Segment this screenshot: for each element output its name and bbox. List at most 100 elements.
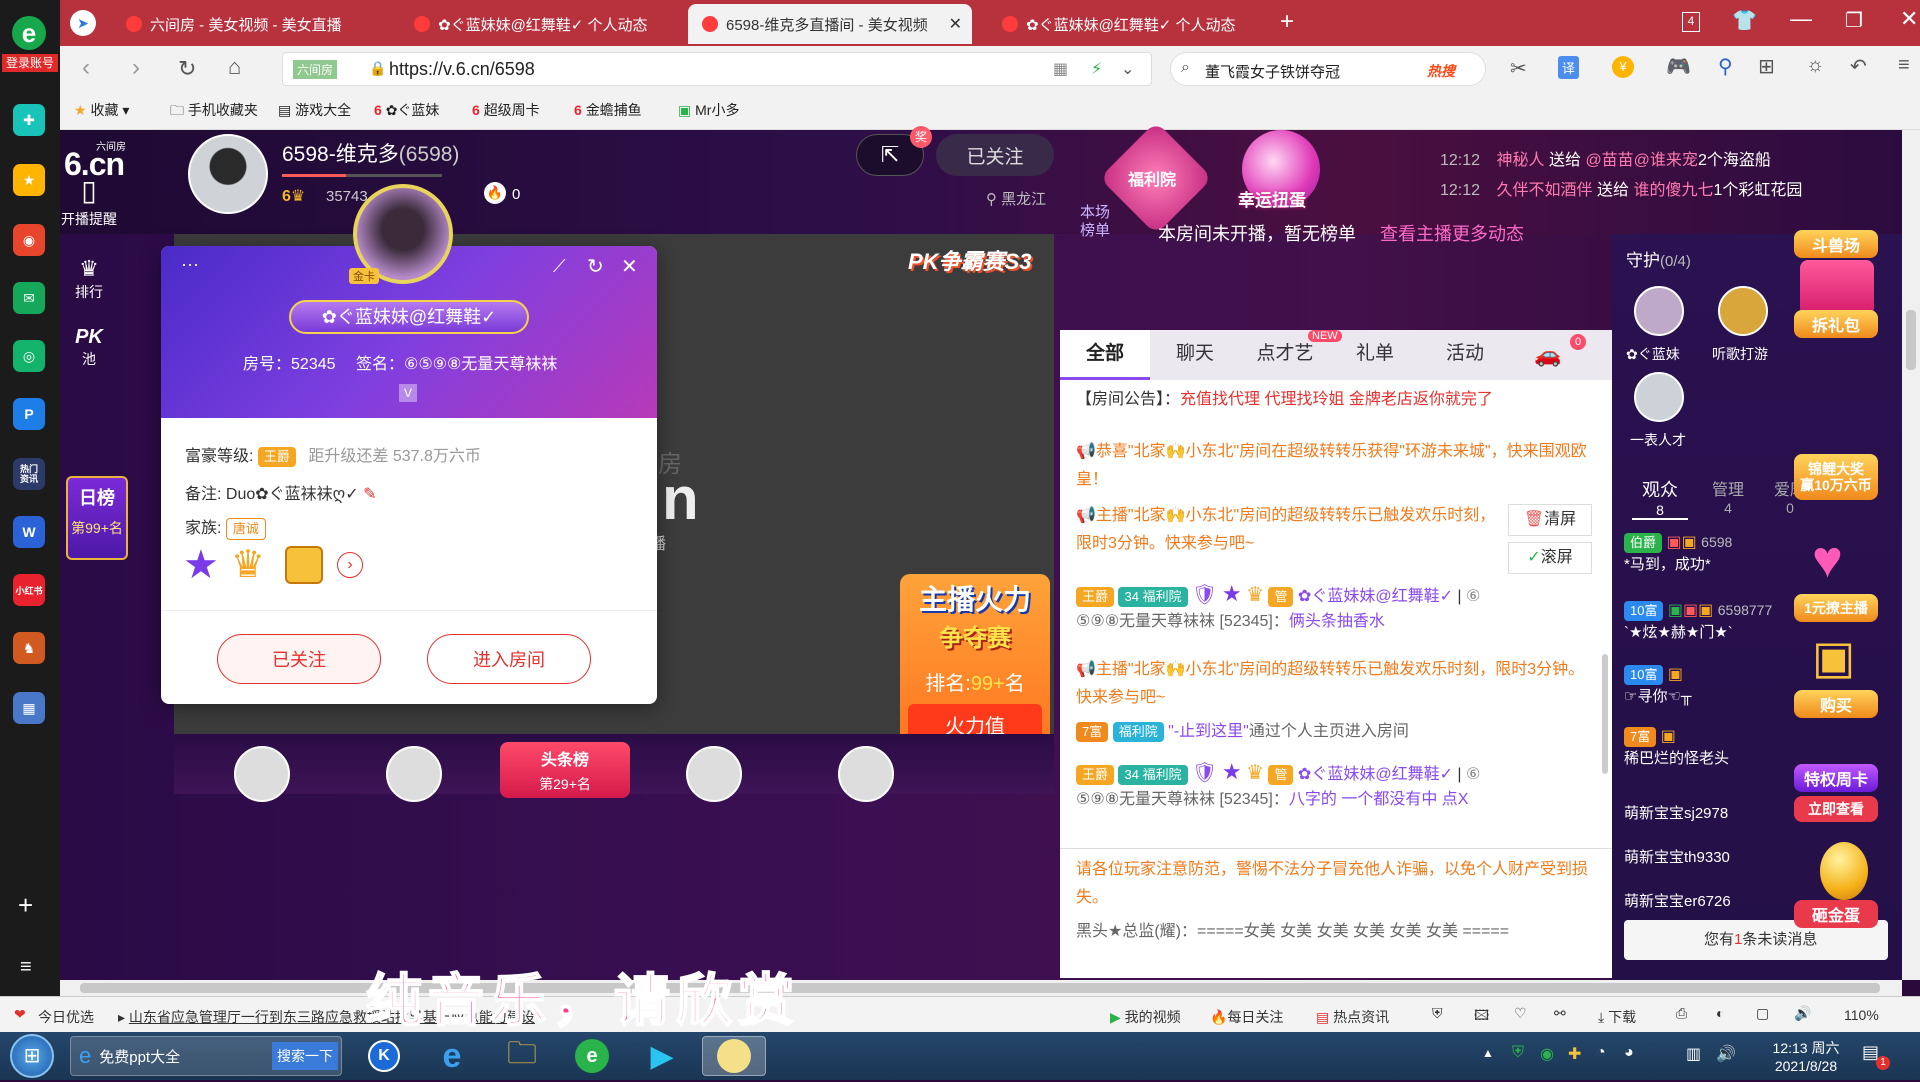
message-user[interactable]: ✿ぐ蓝妹妹@红舞鞋✓ bbox=[1298, 766, 1453, 783]
host-followed-button[interactable]: 已关注 bbox=[936, 134, 1054, 176]
promo-week-card[interactable]: 特权周卡 bbox=[1794, 764, 1878, 792]
seat-avatar[interactable] bbox=[234, 746, 290, 802]
telegram-icon[interactable]: ➤ bbox=[70, 10, 96, 36]
undo-icon[interactable]: ↶ bbox=[1850, 54, 1867, 79]
window-icon[interactable]: ▢ bbox=[1756, 1005, 1769, 1022]
taskbar-explorer[interactable]: 🗀 bbox=[492, 1036, 552, 1076]
page-scrollbar[interactable] bbox=[1902, 130, 1920, 980]
news-app-icon[interactable]: 热门 资讯 bbox=[13, 458, 45, 490]
viewer-name[interactable]: 萌新宝宝sj2978 bbox=[1624, 802, 1728, 823]
more-icon[interactable]: ··· bbox=[181, 254, 199, 275]
tray-plus-icon[interactable]: ✚ bbox=[1568, 1044, 1581, 1064]
bookmark-games[interactable]: ▤ 游戏大全 bbox=[278, 100, 351, 120]
guard-avatar[interactable] bbox=[1634, 286, 1684, 336]
brightness-icon[interactable]: ☼ bbox=[1806, 54, 1824, 77]
tab-chat[interactable]: 聊天 bbox=[1150, 330, 1240, 380]
tab-gifts[interactable]: 礼单 bbox=[1330, 330, 1420, 380]
search-field[interactable]: ⌕ 董飞霞女子铁饼夺冠 热搜 bbox=[1170, 52, 1486, 86]
gamepad-icon[interactable]: 🎮 bbox=[1666, 54, 1691, 79]
today-label[interactable]: 今日优选 bbox=[38, 1007, 94, 1027]
horizontal-scrollbar[interactable] bbox=[60, 980, 1902, 996]
tab-3[interactable]: 6598-维克多直播间 - 美女视频 ✕ bbox=[688, 4, 972, 44]
tray-network-icon[interactable]: ▥ bbox=[1686, 1044, 1701, 1064]
ie-logo-icon[interactable]: e bbox=[12, 16, 46, 50]
speed-icon[interactable]: ⚯ bbox=[1554, 1005, 1566, 1022]
home-icon[interactable]: ⌂ bbox=[228, 54, 241, 80]
close-popup-icon[interactable]: ✕ bbox=[621, 254, 638, 279]
image-icon[interactable]: 🖾 bbox=[1474, 1005, 1489, 1029]
maximize-icon[interactable]: ❐ bbox=[1845, 8, 1863, 33]
taskbar-k-app[interactable]: K bbox=[354, 1036, 414, 1076]
shield-icon[interactable]: ⛨ bbox=[1432, 1005, 1443, 1022]
add-app-icon[interactable]: + bbox=[18, 890, 33, 921]
coin-icon[interactable]: ¥ bbox=[1612, 56, 1634, 78]
guard-avatar[interactable] bbox=[1718, 286, 1768, 336]
tray-shield-icon[interactable]: ⛨ bbox=[1512, 1044, 1524, 1062]
taskbar-search-button[interactable]: 搜索一下 bbox=[272, 1042, 338, 1070]
mini-app-icon[interactable]: 小红书 bbox=[13, 574, 45, 606]
chat-scrollbar[interactable] bbox=[1602, 654, 1608, 774]
apps-icon[interactable]: ⊞ bbox=[1758, 54, 1775, 79]
scissors-icon[interactable]: ✂ bbox=[1510, 56, 1527, 81]
bolt-icon[interactable]: ⚡ bbox=[1091, 59, 1102, 79]
enter-room-button[interactable]: 进入房间 bbox=[427, 634, 591, 684]
seat-avatar[interactable] bbox=[386, 746, 442, 802]
url-field[interactable]: 六间房 🔒 https://v.6.cn/6598 ▦ ⚡ ⌄ bbox=[282, 52, 1152, 86]
scroll-screen-button[interactable]: ✓滚屏 bbox=[1508, 542, 1592, 574]
main-menu-icon[interactable]: ≡ bbox=[1898, 54, 1910, 77]
viewer-row[interactable]: 10富 ▣▣▣ 6598777 `★炫★赫★门★` bbox=[1624, 600, 1794, 641]
nav-pk-pool[interactable]: PK 池 bbox=[60, 326, 118, 386]
print-icon[interactable]: ⎙ bbox=[1676, 1005, 1687, 1022]
close-window-icon[interactable]: ✕ bbox=[1900, 6, 1918, 32]
menu-icon[interactable]: ≡ bbox=[20, 956, 32, 979]
health-icon[interactable]: ♡ bbox=[1514, 1005, 1527, 1022]
chat-app-icon[interactable]: ◎ bbox=[13, 340, 45, 372]
nav-rank[interactable]: ♛ 排行 bbox=[60, 256, 118, 316]
tray-clock[interactable]: 12:13 周六 2021/8/28 bbox=[1756, 1038, 1856, 1074]
edit-note-icon[interactable]: ✎ bbox=[363, 486, 376, 503]
nav-remind[interactable]: ▯ 开播提醒 bbox=[60, 172, 118, 246]
translate-icon[interactable]: 译 bbox=[1558, 56, 1580, 79]
taskbar-active-app[interactable] bbox=[702, 1036, 766, 1076]
volume-icon[interactable]: 🔊 bbox=[1794, 1005, 1811, 1022]
tab-all[interactable]: 全部 bbox=[1060, 330, 1150, 380]
tab-audience[interactable]: 观众 8 bbox=[1632, 476, 1688, 520]
host-avatar[interactable] bbox=[188, 134, 268, 214]
bookmark-lanmei[interactable]: 6 ✿ぐ蓝妹 bbox=[374, 100, 439, 120]
tab-count-icon[interactable]: 4 bbox=[1682, 12, 1700, 32]
skin-icon[interactable]: 👕 bbox=[1732, 8, 1757, 33]
zoom-icon[interactable]: ⚲ bbox=[1718, 54, 1733, 79]
message-user[interactable]: ✿ぐ蓝妹妹@红舞鞋✓ bbox=[1298, 588, 1453, 605]
game2-app-icon[interactable]: ▦ bbox=[13, 692, 45, 724]
tab-activity[interactable]: 活动 bbox=[1420, 330, 1510, 380]
tab-1[interactable]: 六间房 - 美女视频 - 美女直播 bbox=[112, 4, 384, 44]
entry-user[interactable]: "-止到这里" bbox=[1168, 723, 1249, 740]
tab-managers[interactable]: 管理 4 bbox=[1700, 476, 1756, 516]
promo-beast-arena[interactable]: 斗兽场 bbox=[1794, 230, 1878, 258]
popup-more-badges-icon[interactable]: › bbox=[337, 552, 363, 578]
viewer-row[interactable]: 10富 ▣ ☞寻你☜╥ bbox=[1624, 664, 1794, 705]
back-icon[interactable]: ‹ bbox=[82, 54, 90, 82]
wand-icon[interactable]: ⟋ bbox=[553, 256, 566, 277]
mail-icon[interactable]: ✉ bbox=[13, 282, 45, 314]
zoom-level[interactable]: 110% bbox=[1844, 1007, 1879, 1023]
tray-360-icon[interactable]: ◉ bbox=[1540, 1044, 1554, 1064]
hot-news[interactable]: ▤ 热点资讯 bbox=[1316, 1007, 1389, 1027]
game-app-icon[interactable]: ♞ bbox=[13, 632, 45, 664]
refresh-icon[interactable]: ↻ bbox=[587, 254, 604, 279]
headline-widget[interactable]: 头条榜 第29+名 bbox=[500, 742, 630, 798]
tab-2[interactable]: ✿ぐ蓝妹妹@红舞鞋✓ 个人动态 bbox=[400, 4, 672, 44]
p-app-icon[interactable]: P bbox=[13, 398, 45, 430]
taskbar-browser[interactable]: e bbox=[562, 1036, 622, 1076]
tray-up-icon[interactable]: ▲ bbox=[1482, 1046, 1494, 1060]
viewer-name[interactable]: 萌新宝宝er6726 bbox=[1624, 890, 1731, 911]
tab-4[interactable]: ✿ぐ蓝妹妹@红舞鞋✓ 个人动态 bbox=[988, 4, 1260, 44]
seat-avatar[interactable] bbox=[838, 746, 894, 802]
taskbar-ie-app[interactable]: e bbox=[422, 1036, 482, 1076]
viewer-name[interactable]: 萌新宝宝th9330 bbox=[1624, 846, 1730, 867]
my-video[interactable]: ▶ 我的视频 bbox=[1110, 1007, 1181, 1027]
start-button[interactable]: ⊞ bbox=[10, 1034, 54, 1078]
guard-avatar[interactable] bbox=[1634, 372, 1684, 422]
bookmark-weekcard[interactable]: 6 超级周卡 bbox=[472, 100, 540, 120]
star-app-icon[interactable]: ★ bbox=[13, 164, 45, 196]
